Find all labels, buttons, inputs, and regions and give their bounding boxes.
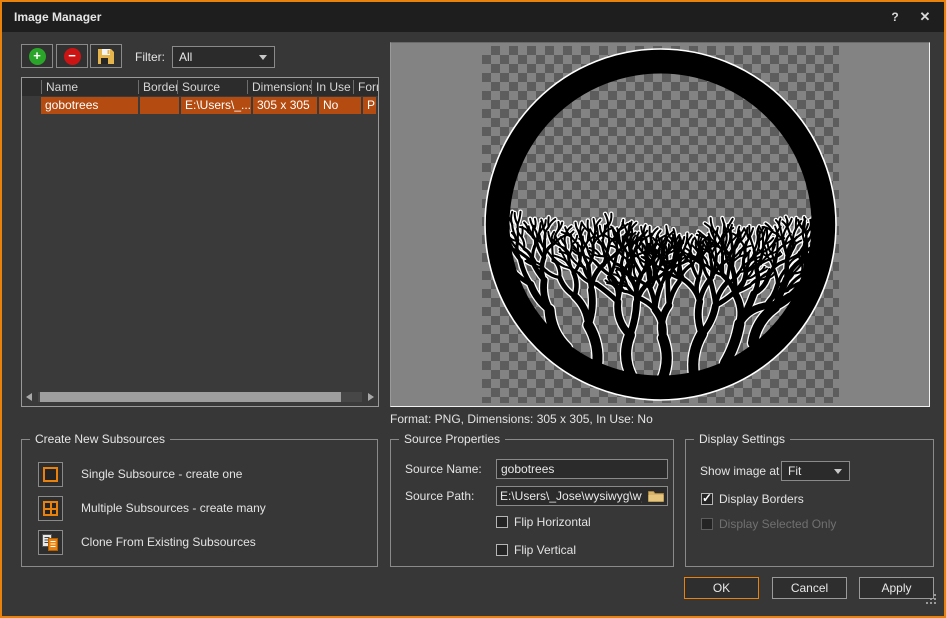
group-title: Display Settings — [694, 432, 790, 446]
image-manager-dialog: Image Manager ? ✕ + − Filter: All Name B… — [0, 0, 946, 618]
filter-label: Filter: — [135, 50, 165, 64]
ok-button[interactable]: OK — [684, 577, 759, 599]
scrollbar-track[interactable] — [38, 392, 362, 402]
scroll-left-arrow-icon[interactable] — [24, 391, 36, 403]
gobo-tree-image — [482, 46, 839, 403]
source-path-label: Source Path: — [405, 486, 474, 506]
scroll-right-arrow-icon[interactable] — [364, 391, 376, 403]
filter-dropdown[interactable]: All — [172, 46, 275, 68]
column-header-dimensions[interactable]: Dimensions — [247, 80, 311, 94]
grid-icon — [43, 501, 58, 516]
cell-inuse[interactable]: No — [319, 97, 361, 114]
show-image-at-label: Show image at — [700, 461, 779, 481]
table-horizontal-scrollbar[interactable] — [24, 390, 376, 404]
display-selected-only-row: Display Selected Only — [701, 517, 836, 531]
flip-vertical-row[interactable]: Flip Vertical — [496, 543, 576, 557]
image-preview-panel — [390, 42, 930, 407]
table-row[interactable]: gobotrees E:\Users\_... 305 x 305 No PNG — [22, 97, 378, 114]
clone-subsources-label: Clone From Existing Subsources — [81, 530, 256, 555]
source-path-field[interactable] — [496, 486, 668, 506]
clone-subsources-button[interactable] — [38, 530, 63, 555]
create-new-subsources-group: Create New Subsources Single Subsource -… — [21, 439, 378, 567]
chevron-down-icon — [834, 469, 842, 474]
display-selected-only-checkbox — [701, 518, 713, 530]
cell-source[interactable]: E:\Users\_... — [181, 97, 251, 114]
source-name-label: Source Name: — [405, 459, 482, 479]
filter-value: All — [179, 50, 192, 64]
scrollbar-thumb[interactable] — [40, 392, 341, 402]
flip-horizontal-label: Flip Horizontal — [514, 515, 591, 529]
close-button[interactable]: ✕ — [914, 7, 936, 27]
column-header-format[interactable]: Format — [353, 80, 378, 94]
display-borders-label: Display Borders — [719, 492, 804, 506]
row-selector-header — [22, 80, 41, 94]
source-name-input[interactable] — [496, 459, 668, 479]
help-button[interactable]: ? — [884, 7, 906, 27]
display-borders-checkbox[interactable] — [701, 493, 713, 505]
apply-button[interactable]: Apply — [859, 577, 934, 599]
flip-horizontal-checkbox[interactable] — [496, 516, 508, 528]
column-header-name[interactable]: Name — [41, 80, 138, 94]
display-selected-only-label: Display Selected Only — [719, 517, 836, 531]
single-subsource-button[interactable] — [38, 462, 63, 487]
flip-horizontal-row[interactable]: Flip Horizontal — [496, 515, 591, 529]
minus-icon: − — [64, 48, 81, 65]
display-settings-group: Display Settings Show image at Fit Displ… — [685, 439, 934, 567]
single-square-icon — [43, 467, 58, 482]
group-title: Create New Subsources — [30, 432, 170, 446]
image-list-table: Name Border Source Dimensions In Use For… — [21, 77, 379, 407]
display-borders-row[interactable]: Display Borders — [701, 492, 804, 506]
cell-format[interactable]: PNG — [363, 97, 376, 114]
multiple-subsources-button[interactable] — [38, 496, 63, 521]
source-path-input[interactable] — [497, 489, 645, 503]
transparency-checkerboard — [482, 46, 839, 403]
show-image-at-dropdown[interactable]: Fit — [781, 461, 850, 481]
column-header-source[interactable]: Source — [177, 80, 247, 94]
add-image-button[interactable]: + — [21, 44, 53, 68]
single-subsource-label: Single Subsource - create one — [81, 462, 242, 487]
column-header-border[interactable]: Border — [138, 80, 177, 94]
cell-dimensions[interactable]: 305 x 305 — [253, 97, 317, 114]
resize-grip[interactable] — [926, 602, 928, 604]
cancel-button[interactable]: Cancel — [772, 577, 847, 599]
row-selector-cell[interactable] — [22, 97, 41, 114]
chevron-down-icon — [259, 55, 267, 60]
floppy-save-icon — [97, 48, 115, 65]
table-header[interactable]: Name Border Source Dimensions In Use For… — [22, 78, 378, 96]
folder-icon — [648, 490, 664, 502]
flip-vertical-checkbox[interactable] — [496, 544, 508, 556]
remove-image-button[interactable]: − — [56, 44, 88, 68]
plus-icon: + — [29, 48, 46, 65]
source-properties-group: Source Properties Source Name: Source Pa… — [390, 439, 674, 567]
cell-border[interactable] — [140, 97, 179, 114]
image-info-text: Format: PNG, Dimensions: 305 x 305, In U… — [390, 412, 653, 426]
window-title: Image Manager — [14, 10, 101, 24]
flip-vertical-label: Flip Vertical — [514, 543, 576, 557]
group-title: Source Properties — [399, 432, 505, 446]
save-image-button[interactable] — [90, 44, 122, 68]
show-image-at-value: Fit — [788, 464, 801, 478]
browse-folder-button[interactable] — [645, 487, 667, 505]
titlebar[interactable]: Image Manager ? ✕ — [2, 2, 944, 32]
column-header-inuse[interactable]: In Use — [311, 80, 353, 94]
multiple-subsources-label: Multiple Subsources - create many — [81, 496, 266, 521]
cell-name[interactable]: gobotrees — [41, 97, 138, 114]
clone-documents-icon — [41, 533, 60, 552]
